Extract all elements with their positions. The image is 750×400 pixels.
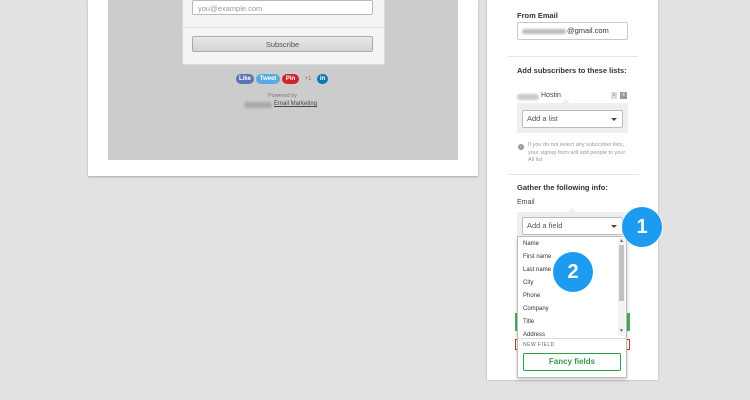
field-option-city[interactable]: City — [523, 280, 533, 286]
chevron-down-icon — [611, 225, 617, 228]
add-list-select[interactable]: Add a list — [522, 110, 623, 128]
list-remove-icon[interactable]: x — [620, 92, 627, 99]
scroll-up-icon[interactable]: ▲ — [619, 238, 624, 244]
linkedin-share-button[interactable]: in — [317, 74, 328, 84]
add-field-select[interactable]: Add a field — [522, 217, 623, 235]
field-option-last-name[interactable]: Last name — [523, 267, 551, 273]
list-separator — [518, 338, 626, 339]
lists-heading: Add subscribers to these lists: — [517, 66, 627, 75]
new-field-label: NEW FIELD — [523, 342, 555, 348]
email-field-label: Email — [517, 199, 535, 206]
panel-divider — [508, 56, 638, 57]
subscribe-button[interactable]: Subscribe — [192, 36, 373, 52]
field-option-phone[interactable]: Phone — [523, 293, 540, 299]
scroll-down-icon[interactable]: ▼ — [619, 328, 624, 334]
pinterest-pin-button[interactable]: Pin — [282, 74, 299, 84]
form-divider — [182, 27, 384, 28]
step-badge-2: 2 — [553, 252, 593, 292]
selected-list-name: Hostin — [541, 92, 561, 99]
blurred-brand-name — [244, 102, 272, 108]
field-option-company[interactable]: Company — [523, 306, 549, 312]
from-email-heading: From Email — [517, 11, 558, 20]
info-icon: i — [518, 144, 524, 150]
list-edit-icon[interactable]: x — [611, 92, 617, 99]
field-option-title[interactable]: Title — [523, 319, 534, 325]
add-list-placeholder: Add a list — [527, 114, 558, 123]
powered-by-text: Powered by — [267, 93, 298, 99]
step-badge-1: 1 — [622, 207, 662, 247]
facebook-like-button[interactable]: Like — [236, 74, 254, 84]
from-email-field[interactable]: @gmail.com — [517, 22, 628, 40]
chevron-down-icon — [611, 118, 617, 121]
field-option-name[interactable]: Name — [523, 241, 539, 247]
google-plus-one-button[interactable]: +1 — [302, 74, 314, 84]
from-email-domain: @gmail.com — [567, 26, 609, 35]
field-option-first-name[interactable]: First name — [523, 254, 551, 260]
add-field-placeholder: Add a field — [527, 221, 563, 230]
blurred-list-prefix — [517, 94, 539, 100]
scrollbar-thumb[interactable] — [619, 245, 624, 301]
fancy-fields-button[interactable]: Fancy fields — [523, 353, 621, 371]
gather-info-heading: Gather the following info: — [517, 183, 608, 192]
lists-info-text: If you do not select any subscriber list… — [528, 142, 626, 163]
panel-divider — [508, 174, 638, 175]
preview-email-input[interactable]: you@example.com — [192, 0, 373, 15]
blurred-email-user — [522, 28, 566, 34]
tweet-button[interactable]: Tweet — [256, 74, 280, 84]
email-marketing-link[interactable]: Email Marketing — [274, 101, 317, 107]
